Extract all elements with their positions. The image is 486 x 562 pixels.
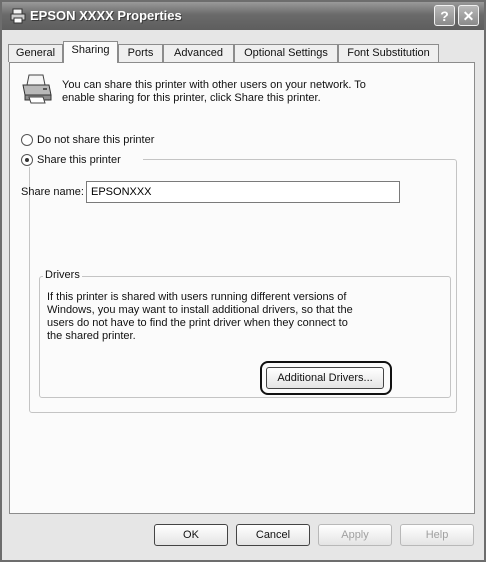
intro-text-line1: You can share this printer with other us…	[62, 79, 366, 91]
radio-share[interactable]	[21, 154, 33, 166]
drivers-text-line1: If this printer is shared with users run…	[47, 291, 347, 303]
help-button[interactable]: Help	[400, 524, 474, 546]
tab-label: Advanced	[174, 47, 223, 59]
drivers-text-line4: the shared printer.	[47, 330, 136, 342]
tab-general[interactable]: General	[8, 44, 63, 62]
radio-do-not-share-label[interactable]: Do not share this printer	[37, 134, 154, 147]
cancel-button[interactable]: Cancel	[236, 524, 310, 546]
radio-share-label[interactable]: Share this printer	[37, 154, 121, 167]
tab-advanced[interactable]: Advanced	[163, 44, 234, 62]
share-name-label: Share name:	[21, 186, 84, 198]
tab-label: Optional Settings	[244, 47, 328, 59]
title-bar[interactable]: EPSON XXXX Properties ? ✕	[2, 2, 484, 30]
ok-button[interactable]: OK	[154, 524, 228, 546]
intro-text-line2: enable sharing for this printer, click S…	[62, 92, 321, 104]
tab-label: Font Substitution	[347, 47, 430, 59]
tab-label: General	[15, 47, 56, 59]
tab-ports[interactable]: Ports	[118, 44, 163, 62]
tab-label: Sharing	[71, 44, 110, 56]
apply-button[interactable]: Apply	[318, 524, 392, 546]
tab-sharing[interactable]: Sharing	[63, 41, 118, 63]
window-printer-icon	[10, 8, 26, 24]
sharing-panel: You can share this printer with other us…	[9, 62, 475, 514]
help-icon[interactable]: ?	[434, 5, 455, 26]
tab-optional-settings[interactable]: Optional Settings	[234, 44, 338, 62]
additional-drivers-button[interactable]: Additional Drivers...	[266, 367, 384, 389]
tab-font-substitution[interactable]: Font Substitution	[338, 44, 439, 62]
window-title: EPSON XXXX Properties	[30, 8, 182, 23]
drivers-legend: Drivers	[43, 269, 82, 282]
drivers-text-line2: Windows, you may want to install additio…	[47, 304, 353, 316]
close-icon[interactable]: ✕	[458, 5, 479, 26]
share-name-input[interactable]	[86, 181, 400, 203]
printer-icon	[21, 73, 53, 105]
drivers-text-line3: users do not have to find the print driv…	[47, 317, 348, 329]
tab-label: Ports	[127, 47, 154, 59]
properties-dialog: EPSON XXXX Properties ? ✕ General Sharin…	[0, 0, 486, 562]
radio-do-not-share[interactable]	[21, 134, 33, 146]
